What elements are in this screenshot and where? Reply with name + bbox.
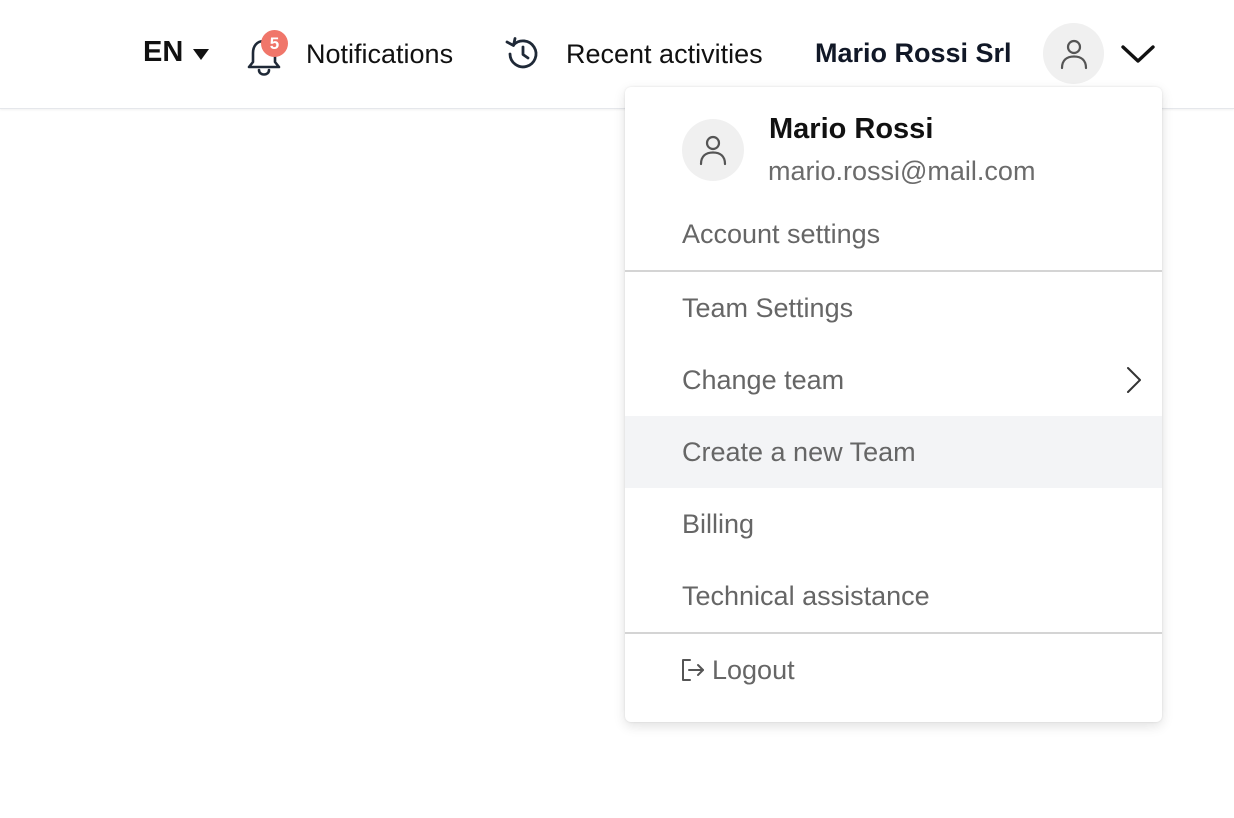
menu-item-team-settings[interactable]: Team Settings <box>625 272 1162 344</box>
menu-item-label: Technical assistance <box>682 580 930 611</box>
language-code: EN <box>143 36 184 68</box>
recent-activities-button[interactable]: Recent activities <box>504 24 763 84</box>
user-name: Mario Rossi <box>769 113 934 145</box>
account-dropdown-menu: Mario Rossi mario.rossi@mail.com Account… <box>625 87 1162 722</box>
menu-item-account-settings[interactable]: Account settings <box>625 198 1162 270</box>
menu-item-create-team[interactable]: Create a new Team <box>625 416 1162 488</box>
notification-count-badge: 5 <box>261 30 288 57</box>
logout-label: Logout <box>712 654 795 685</box>
chevron-down-icon <box>1121 45 1155 63</box>
logout-icon <box>682 659 704 681</box>
chevron-right-icon <box>1127 367 1141 393</box>
menu-item-label: Team Settings <box>682 292 854 323</box>
user-email: mario.rossi@mail.com <box>768 156 1036 186</box>
menu-item-label: Account settings <box>682 218 881 249</box>
avatar <box>682 119 744 181</box>
user-icon <box>699 135 727 166</box>
user-avatar-button[interactable] <box>1043 23 1104 84</box>
menu-item-label: Change team <box>682 364 845 395</box>
company-name: Mario Rossi Srl <box>815 38 1012 68</box>
history-icon <box>505 37 538 69</box>
bell-icon: 5 <box>246 30 288 76</box>
menu-item-label: Billing <box>682 508 755 539</box>
logout-button[interactable]: Logout <box>625 634 1162 706</box>
language-selector[interactable]: EN <box>143 36 210 69</box>
user-profile-header: Mario Rossi mario.rossi@mail.com <box>625 87 1162 197</box>
user-icon <box>1060 39 1087 69</box>
menu-item-technical-assistance[interactable]: Technical assistance <box>625 560 1162 632</box>
menu-item-billing[interactable]: Billing <box>625 488 1162 560</box>
notifications-label: Notifications <box>306 38 454 69</box>
recent-activities-label: Recent activities <box>566 38 763 69</box>
menu-item-label: Create a new Team <box>682 436 916 467</box>
caret-down-icon <box>193 48 210 60</box>
menu-item-change-team[interactable]: Change team <box>625 344 1162 416</box>
account-menu-toggle[interactable] <box>1120 40 1156 68</box>
notifications-button[interactable]: 5 Notifications <box>246 24 453 84</box>
